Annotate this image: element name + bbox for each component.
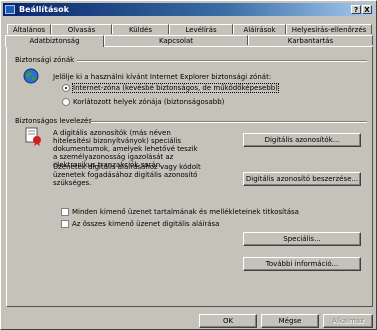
- close-button[interactable]: X: [362, 5, 372, 14]
- app-icon: [5, 5, 15, 14]
- encrypt-checkbox[interactable]: [61, 208, 69, 216]
- internet-zone-radio[interactable]: [62, 84, 70, 92]
- zones-description: Jelölje ki a használni kívánt Internet E…: [53, 73, 272, 81]
- options-dialog: Beállítások ? X Általános Olvasás Küldés…: [0, 0, 377, 330]
- tab-olvasas[interactable]: Olvasás: [51, 24, 112, 34]
- tab-adatbiztonsag[interactable]: Adatbiztonság: [5, 35, 104, 47]
- advanced-button[interactable]: Speciális...: [243, 232, 361, 246]
- ok-button[interactable]: OK: [199, 314, 257, 328]
- secure-mail-divider: [91, 121, 367, 123]
- get-digital-id-button[interactable]: Digitális azonosító beszerzése...: [243, 172, 361, 186]
- tab-kuldes[interactable]: Küldés: [112, 24, 169, 34]
- encrypt-label[interactable]: Minden kimenő üzenet tartalmának és mell…: [72, 208, 299, 216]
- tab-altalanos[interactable]: Általános: [7, 24, 51, 34]
- help-button[interactable]: ?: [351, 5, 361, 14]
- zones-divider: [77, 60, 367, 62]
- window-title: Beállítások: [19, 5, 69, 14]
- certificate-icon: [25, 127, 41, 146]
- tab-helyesiras[interactable]: Helyesírás-ellenőrzés: [286, 24, 372, 34]
- cancel-button[interactable]: Mégse: [261, 314, 319, 328]
- secure-mail-heading: Biztonságos levelezés: [15, 117, 92, 125]
- internet-zone-label[interactable]: Internet-zóna (kevésbé biztonságos, de m…: [72, 83, 279, 93]
- title-bar[interactable]: Beállítások ? X: [3, 3, 374, 16]
- tab-karbantartas[interactable]: Karbantartás: [248, 35, 373, 45]
- sign-label[interactable]: Az összes kimenő üzenet digitális aláírá…: [72, 220, 219, 228]
- restricted-zone-radio[interactable]: [62, 98, 70, 106]
- tab-levelíras[interactable]: Levélírás: [169, 24, 233, 34]
- zones-heading: Biztonsági zónák: [15, 56, 75, 64]
- globe-icon: [23, 68, 39, 84]
- digital-ids-button[interactable]: Digitális azonosítók...: [243, 133, 361, 147]
- secure-mail-desc-2: Üzenetek digitális aláírásához vagy kódo…: [53, 163, 201, 187]
- tab-alairasok[interactable]: Aláírások: [233, 24, 286, 34]
- restricted-zone-label[interactable]: Korlátozott helyek zónája (biztonságosab…: [73, 98, 224, 106]
- tab-panel: Biztonsági zónák Jelölje ki a használni …: [6, 46, 373, 307]
- more-info-button[interactable]: További információ...: [243, 257, 361, 271]
- apply-button[interactable]: Alkalmaz: [323, 314, 373, 328]
- tab-kapcsolat[interactable]: Kapcsolat: [104, 35, 248, 45]
- sign-checkbox[interactable]: [61, 220, 69, 228]
